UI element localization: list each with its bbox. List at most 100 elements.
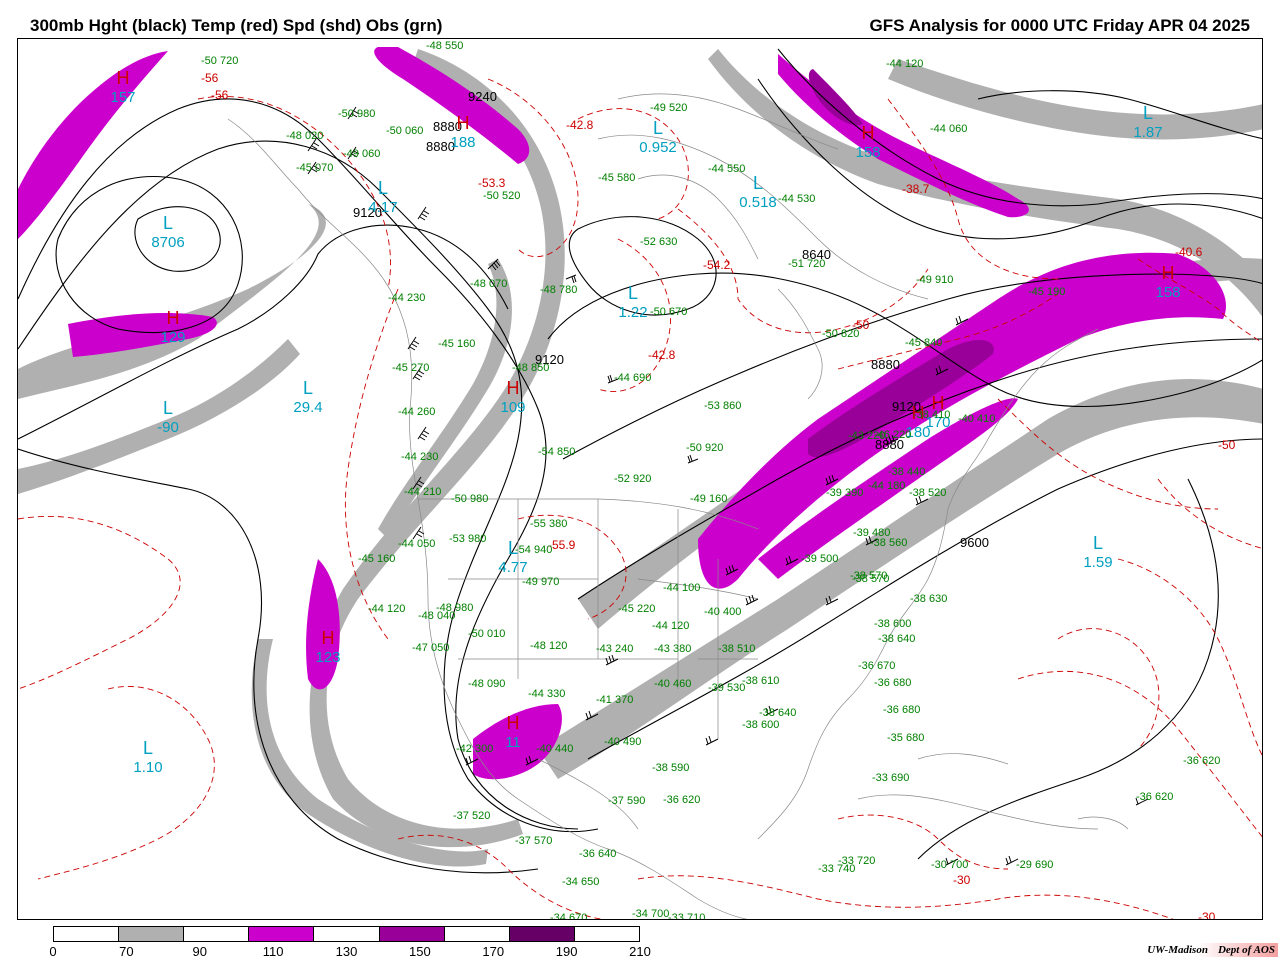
station-observation: -44 550 xyxy=(708,163,745,175)
height-contours xyxy=(18,48,1262,874)
station-observation: -44 180 xyxy=(868,480,905,492)
center-value: 0.952 xyxy=(639,139,677,156)
station-observation: -53 980 xyxy=(449,533,486,545)
station-observation: -38 590 xyxy=(652,762,689,774)
colorbar-label: 130 xyxy=(335,944,358,959)
station-observation: -36 620 xyxy=(1136,791,1173,803)
pressure-centers: H157L8706H129L-90L29.4L4.17H188L0.952L0.… xyxy=(110,68,1180,776)
colorbar-label: 70 xyxy=(119,944,134,959)
station-observation: -45 070 xyxy=(296,162,333,174)
station-observation: -33 690 xyxy=(872,772,909,784)
wind-barb xyxy=(417,206,430,221)
station-observation: -44 230 xyxy=(388,292,425,304)
station-observation: -49 970 xyxy=(522,576,559,588)
center-value: 188 xyxy=(450,134,475,151)
temperature-label: -54.2 xyxy=(703,258,731,272)
low-center-marker: L xyxy=(143,738,153,758)
station-observation: -38 440 xyxy=(888,466,925,478)
station-observation: -36 640 xyxy=(579,848,616,860)
station-observation: -37 590 xyxy=(608,795,645,807)
colorbar-segment xyxy=(54,927,120,941)
temperature-label: -53.3 xyxy=(478,176,506,190)
station-observation: -49 910 xyxy=(916,274,953,286)
station-observation: -50 820 xyxy=(822,328,859,340)
high-center-marker: H xyxy=(1162,263,1175,283)
wind-barb xyxy=(605,654,619,666)
station-observation: -47 050 xyxy=(412,642,449,654)
station-observation: -41 370 xyxy=(596,694,633,706)
colorbar-segment xyxy=(249,927,315,941)
station-observation: -44 330 xyxy=(528,688,565,700)
station-observation: -44 120 xyxy=(368,603,405,615)
low-center-marker: L xyxy=(378,178,388,198)
station-observation: -37 570 xyxy=(515,835,552,847)
station-observation: -39 530 xyxy=(708,682,745,694)
station-observation: -48 070 xyxy=(470,278,507,290)
height-label: 8880 xyxy=(871,357,900,372)
station-observation: -40 490 xyxy=(604,736,641,748)
center-value: 129 xyxy=(160,329,185,346)
station-observation: -38 630 xyxy=(910,593,947,605)
high-center-marker: H xyxy=(322,628,335,648)
station-observation: -44 120 xyxy=(886,58,923,70)
temperature-label: -40.6 xyxy=(1175,245,1203,259)
credit-department: Dept of AOS xyxy=(1217,944,1275,956)
station-observation: -51 720 xyxy=(788,258,825,270)
wind-barb xyxy=(565,274,577,284)
height-label: 9600 xyxy=(960,535,989,550)
low-center-marker: L xyxy=(303,378,313,398)
station-observation: -50 920 xyxy=(686,442,723,454)
station-observation: -45 160 xyxy=(358,553,395,565)
temperature-label: -56 xyxy=(211,88,229,102)
station-observation: -38 640 xyxy=(878,633,915,645)
station-observation: -34 650 xyxy=(562,876,599,888)
station-observation: -48 780 xyxy=(540,284,577,296)
center-value: 1.87 xyxy=(1133,124,1162,141)
temperature-label: -30 xyxy=(953,873,971,887)
colorbar-label: 170 xyxy=(482,944,505,959)
low-center-marker: L xyxy=(628,283,638,303)
station-observation: -54 940 xyxy=(515,544,552,556)
station-observation: -44 120 xyxy=(652,620,689,632)
station-observation: -44 210 xyxy=(404,486,441,498)
station-observation: -46 220 xyxy=(874,429,911,441)
station-observation: -50 520 xyxy=(483,190,520,202)
high-center-marker: H xyxy=(167,308,180,328)
high-center-marker: H xyxy=(507,378,520,398)
station-observation: -54 850 xyxy=(538,446,575,458)
temperature-label: -38.7 xyxy=(902,182,930,196)
center-value: 157 xyxy=(110,89,135,106)
station-observation: -48 550 xyxy=(426,40,463,52)
high-center-marker: H xyxy=(117,68,130,88)
colorbar-label: 110 xyxy=(262,944,284,959)
center-value: 123 xyxy=(315,649,340,666)
wind-barb xyxy=(705,735,719,746)
map-canvas: 92408880888091209120 88808640888091209600… xyxy=(18,40,1262,920)
station-observation: -38 640 xyxy=(759,707,796,719)
station-observation: -48 090 xyxy=(468,678,505,690)
station-observation: -48 850 xyxy=(512,362,549,374)
station-observation: -36 620 xyxy=(1183,755,1220,767)
map-title: 300mb Hght (black) Temp (red) Spd (shd) … xyxy=(30,16,443,35)
station-observation: -45 190 xyxy=(1028,286,1065,298)
colorbar-label: 0 xyxy=(49,944,57,959)
temperature-label: -30 xyxy=(1198,910,1216,920)
speed-band-magenta xyxy=(306,559,340,690)
center-value: 29.4 xyxy=(293,399,322,416)
height-label: 9240 xyxy=(468,89,497,104)
station-observation: -50 980 xyxy=(451,493,488,505)
station-observation: -44 260 xyxy=(398,406,435,418)
station-observation: -39 480 xyxy=(853,527,890,539)
low-center-marker: L xyxy=(753,173,763,193)
coastline xyxy=(777,288,823,400)
weather-map: 9240 8880 8880 9120 9120 8880 8640 8880 9120 9600… xyxy=(17,38,1263,920)
colorbar-segment xyxy=(379,927,445,941)
colorbar-segment xyxy=(444,927,510,941)
station-observation: -53 860 xyxy=(704,400,741,412)
station-observation: -48 020 xyxy=(286,130,323,142)
temperature-label: -56 xyxy=(201,71,219,85)
center-value: 0.518 xyxy=(739,194,777,211)
station-observation: -50 010 xyxy=(468,628,505,640)
colorbar-label: 150 xyxy=(409,944,431,959)
station-observation: -48 120 xyxy=(530,640,567,652)
